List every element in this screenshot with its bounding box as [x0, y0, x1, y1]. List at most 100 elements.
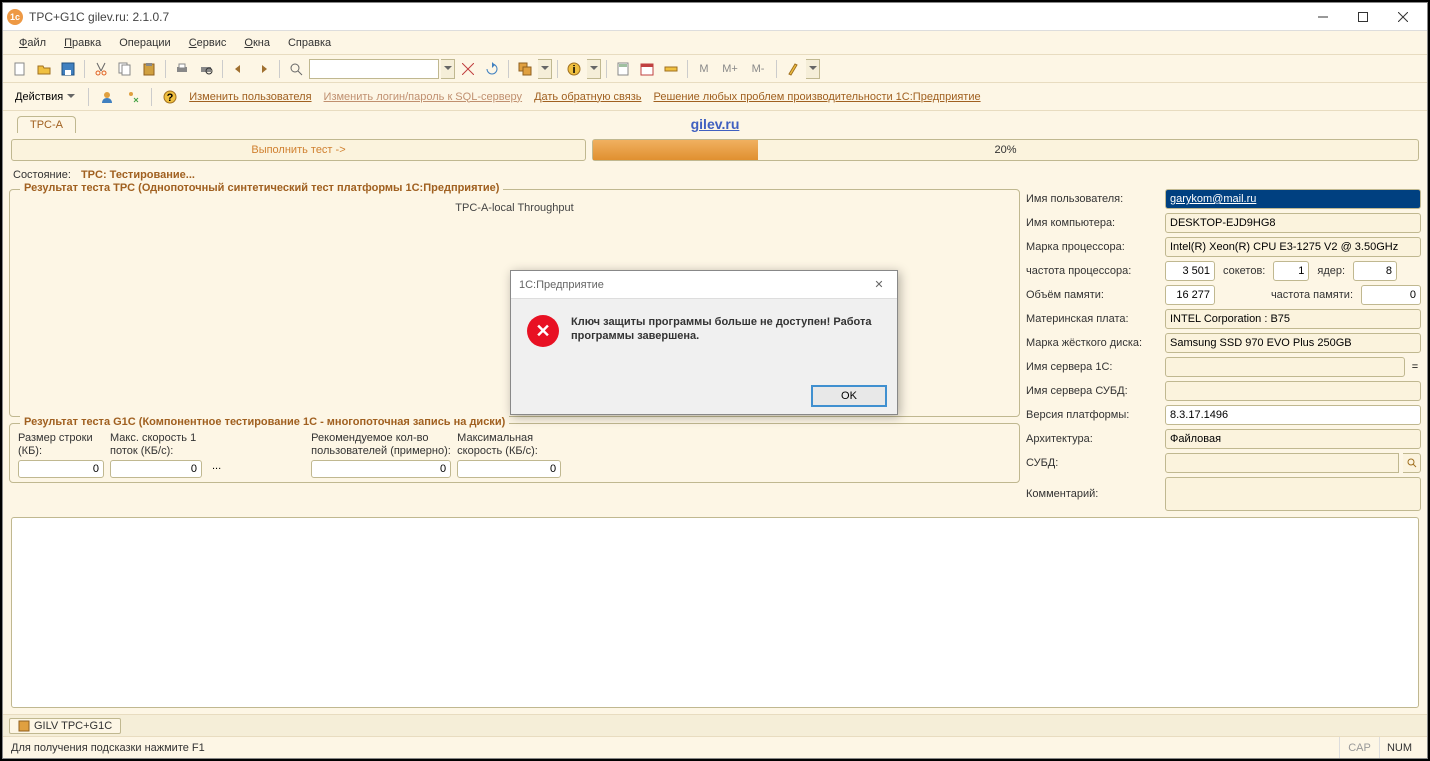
mb-label: Материнская плата: [1026, 313, 1161, 325]
actions-label: Действия [15, 91, 63, 103]
clear-search-icon[interactable] [457, 58, 479, 80]
menu-file[interactable]: Файл [11, 35, 54, 51]
mminus-button[interactable]: M- [745, 58, 771, 80]
m-button[interactable]: M [693, 58, 715, 80]
g1c-col1-value[interactable] [18, 460, 104, 478]
menu-help[interactable]: Справка [280, 35, 339, 51]
paste-icon[interactable] [138, 58, 160, 80]
print-icon[interactable] [171, 58, 193, 80]
memfreq-label: частота памяти: [1219, 289, 1357, 301]
users-icon[interactable] [96, 86, 118, 108]
menubar: Файл Правка Операции Сервис Окна Справка [3, 31, 1427, 55]
mb-field[interactable] [1165, 309, 1421, 329]
minimize-button[interactable] [1303, 4, 1343, 30]
new-icon[interactable] [9, 58, 31, 80]
g1c-col3-value[interactable] [311, 460, 451, 478]
g1c-ellipsis: ... [208, 460, 225, 478]
dialog-title: 1С:Предприятие [519, 279, 869, 291]
tab-tpc-a[interactable]: TPC-A [17, 116, 76, 133]
cpu-field[interactable] [1165, 237, 1421, 257]
windows-icon[interactable] [514, 58, 536, 80]
svg-text:i: i [572, 64, 575, 76]
help-icon[interactable]: ? [159, 86, 181, 108]
doc-icon [18, 720, 30, 732]
close-button[interactable] [1383, 4, 1423, 30]
arch-label: Архитектура: [1026, 433, 1161, 445]
svg-text:?: ? [167, 92, 174, 104]
gilev-link[interactable]: gilev.ru [691, 116, 740, 132]
eq-label: = [1409, 361, 1421, 373]
mem-label: Объём памяти: [1026, 289, 1161, 301]
freq-field[interactable] [1165, 261, 1215, 281]
save-icon[interactable] [57, 58, 79, 80]
menu-service[interactable]: Сервис [181, 35, 235, 51]
g1c-result-fieldset: Результат теста G1C (Компонентное тестир… [9, 423, 1020, 483]
user-label: Имя пользователя: [1026, 193, 1161, 205]
srv1c-label: Имя сервера 1C: [1026, 361, 1161, 373]
ver-field[interactable] [1165, 405, 1421, 425]
info-dropdown[interactable] [587, 59, 601, 79]
calendar-icon[interactable] [636, 58, 658, 80]
ruler-icon[interactable] [660, 58, 682, 80]
menu-windows[interactable]: Окна [236, 35, 278, 51]
search-input[interactable] [309, 59, 439, 79]
menu-edit[interactable]: Правка [56, 35, 109, 51]
num-indicator: NUM [1379, 737, 1419, 758]
calc-icon[interactable] [612, 58, 634, 80]
subd-lookup-icon[interactable] [1403, 453, 1421, 473]
mem-field[interactable] [1165, 285, 1215, 305]
dialog-close-icon[interactable]: ✕ [869, 278, 889, 291]
maximize-button[interactable] [1343, 4, 1383, 30]
run-test-button[interactable]: Выполнить тест -> [11, 139, 586, 161]
change-user-link[interactable]: Изменить пользователя [185, 91, 315, 103]
feedback-link[interactable]: Дать обратную связь [530, 91, 645, 103]
g1c-col2-value[interactable] [110, 460, 202, 478]
doc-tab-label: GILV TPC+G1C [34, 720, 112, 732]
refresh-icon[interactable] [481, 58, 503, 80]
toolbar-main: i M M+ M- [3, 55, 1427, 83]
cut-icon[interactable] [90, 58, 112, 80]
srv1c-field[interactable] [1165, 357, 1405, 377]
solve-link[interactable]: Решение любых проблем производительности… [650, 91, 985, 103]
user-field[interactable] [1165, 189, 1421, 209]
sockets-field[interactable] [1273, 261, 1309, 281]
progress-text: 20% [994, 144, 1016, 156]
log-area[interactable] [11, 517, 1419, 708]
doc-tab[interactable]: GILV TPC+G1C [9, 718, 121, 734]
comp-field[interactable] [1165, 213, 1421, 233]
dialog-text: Ключ защиты программы больше не доступен… [571, 315, 881, 344]
actions-button[interactable]: Действия [9, 89, 81, 105]
cores-field[interactable] [1353, 261, 1397, 281]
search-dropdown[interactable] [441, 59, 455, 79]
subd-field[interactable] [1165, 453, 1399, 473]
comp-label: Имя компьютера: [1026, 217, 1161, 229]
info-icon[interactable]: i [563, 58, 585, 80]
redo-icon[interactable] [252, 58, 274, 80]
user-switch-icon[interactable] [122, 86, 144, 108]
comment-field[interactable] [1165, 477, 1421, 511]
undo-icon[interactable] [228, 58, 250, 80]
open-icon[interactable] [33, 58, 55, 80]
print-preview-icon[interactable] [195, 58, 217, 80]
search-icon[interactable] [285, 58, 307, 80]
ver-label: Версия платформы: [1026, 409, 1161, 421]
arch-field[interactable] [1165, 429, 1421, 449]
windows-dropdown[interactable] [538, 59, 552, 79]
settings-dropdown[interactable] [806, 59, 820, 79]
ok-button[interactable]: OK [811, 385, 887, 407]
menu-operations[interactable]: Операции [111, 35, 178, 51]
srvdb-label: Имя сервера СУБД: [1026, 385, 1161, 397]
settings-icon[interactable] [782, 58, 804, 80]
hdd-field[interactable] [1165, 333, 1421, 353]
copy-icon[interactable] [114, 58, 136, 80]
g1c-col4-value[interactable] [457, 460, 561, 478]
cpu-label: Марка процессора: [1026, 241, 1161, 253]
change-sql-link[interactable]: Изменить логин/пароль к SQL-серверу [320, 91, 527, 103]
srvdb-field[interactable] [1165, 381, 1421, 401]
window-title: TPC+G1C gilev.ru: 2.1.0.7 [29, 10, 1303, 24]
mplus-button[interactable]: M+ [717, 58, 743, 80]
g1c-col3-label: Рекомендуемое кол-во пользователей (прим… [311, 432, 451, 458]
memfreq-field[interactable] [1361, 285, 1421, 305]
error-icon: ✕ [527, 315, 559, 347]
document-bar: GILV TPC+G1C [3, 714, 1427, 736]
